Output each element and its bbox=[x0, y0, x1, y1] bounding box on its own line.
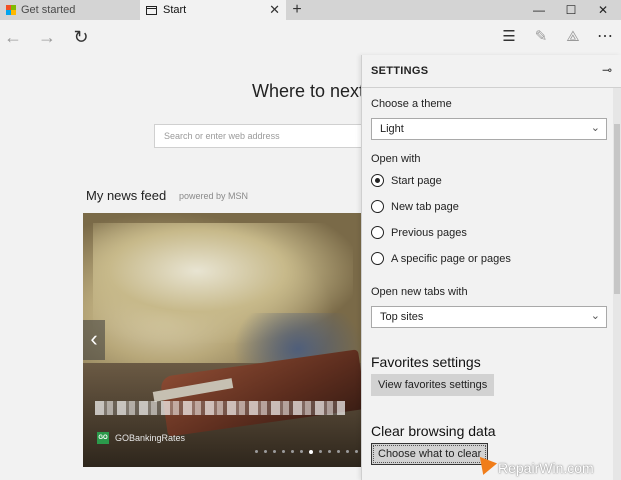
tab-label: Get started bbox=[21, 4, 76, 16]
radio-new-tab-page[interactable]: New tab page bbox=[371, 200, 459, 213]
theme-value: Light bbox=[380, 123, 404, 135]
carousel-dots bbox=[255, 450, 361, 454]
close-icon[interactable]: ✕ bbox=[269, 2, 280, 18]
settings-scrollbar[interactable] bbox=[613, 88, 621, 480]
radio-previous-pages[interactable]: Previous pages bbox=[371, 226, 467, 239]
gobankingrates-icon: GO bbox=[97, 432, 109, 444]
open-with-label: Open with bbox=[371, 153, 421, 165]
news-feed-title: My news feed bbox=[86, 188, 167, 203]
radio-unselected-icon bbox=[371, 200, 384, 213]
refresh-icon[interactable]: ↻ bbox=[70, 26, 92, 48]
plus-icon: + bbox=[292, 1, 302, 18]
maximize-button[interactable]: ☐ bbox=[556, 0, 586, 20]
news-hero-card[interactable]: ‹ GO GOBankingRates bbox=[83, 213, 361, 467]
search-input[interactable]: Search or enter web address bbox=[154, 124, 364, 148]
more-icon[interactable]: ⋯ bbox=[594, 26, 616, 48]
settings-title: SETTINGS bbox=[371, 65, 429, 77]
new-tabs-select[interactable]: Top sites ⌄ bbox=[371, 306, 607, 328]
clear-data-heading: Clear browsing data bbox=[371, 423, 496, 439]
theme-label: Choose a theme bbox=[371, 98, 452, 110]
hero-source-label: GOBankingRates bbox=[115, 433, 186, 443]
radio-specific-pages[interactable]: A specific page or pages bbox=[371, 252, 511, 265]
carousel-dot[interactable] bbox=[282, 450, 285, 453]
radio-start-page[interactable]: Start page bbox=[371, 174, 442, 187]
carousel-dot[interactable] bbox=[309, 450, 313, 454]
new-tab-button[interactable]: + bbox=[288, 0, 306, 20]
scrollbar-thumb[interactable] bbox=[614, 124, 620, 294]
carousel-dot[interactable] bbox=[355, 450, 358, 453]
carousel-dot[interactable] bbox=[346, 450, 349, 453]
carousel-dot[interactable] bbox=[319, 450, 322, 453]
choose-what-to-clear-button[interactable]: Choose what to clear bbox=[371, 443, 489, 465]
tab-label: Start bbox=[163, 4, 187, 16]
carousel-dot[interactable] bbox=[291, 450, 294, 453]
chevron-down-icon: ⌄ bbox=[590, 310, 600, 322]
web-note-icon[interactable]: ✎ bbox=[530, 26, 552, 48]
tab-start[interactable]: Start ✕ bbox=[140, 0, 286, 20]
radio-label: Previous pages bbox=[391, 226, 467, 239]
ms-logo-icon bbox=[6, 5, 16, 15]
carousel-dot[interactable] bbox=[273, 450, 276, 453]
tab-get-started[interactable]: Get started bbox=[0, 0, 140, 20]
back-icon[interactable]: ← bbox=[2, 26, 24, 48]
settings-panel: SETTINGS ⊸ Choose a theme Light ⌄ Open w… bbox=[361, 55, 621, 480]
share-icon[interactable]: ⟁ bbox=[562, 26, 584, 48]
radio-selected-icon bbox=[371, 174, 384, 187]
new-tabs-label: Open new tabs with bbox=[371, 286, 468, 298]
carousel-dot[interactable] bbox=[255, 450, 258, 453]
watermark: RepairWin.com bbox=[498, 460, 594, 476]
radio-unselected-icon bbox=[371, 252, 384, 265]
forward-icon[interactable]: → bbox=[36, 26, 58, 48]
carousel-dot[interactable] bbox=[337, 450, 340, 453]
new-tabs-value: Top sites bbox=[380, 311, 424, 323]
powered-by-msn: powered by MSN bbox=[179, 191, 249, 201]
radio-unselected-icon bbox=[371, 226, 384, 239]
hub-icon[interactable]: ☰ bbox=[498, 26, 520, 48]
page-icon bbox=[146, 5, 157, 15]
radio-label: New tab page bbox=[391, 200, 459, 213]
favorites-heading: Favorites settings bbox=[371, 354, 481, 370]
tab-strip: Get started Start ✕ + — ☐ ✕ bbox=[0, 0, 621, 20]
close-window-button[interactable]: ✕ bbox=[588, 0, 618, 20]
settings-header: SETTINGS ⊸ bbox=[362, 55, 621, 88]
carousel-dot[interactable] bbox=[300, 450, 303, 453]
start-heading: Where to next? bbox=[252, 81, 375, 101]
hero-source: GO GOBankingRates bbox=[97, 432, 185, 444]
chevron-left-icon[interactable]: ‹ bbox=[83, 320, 105, 360]
navigation-bar: ← → ↻ ☰ ✎ ⟁ ⋯ bbox=[0, 20, 621, 55]
view-favorites-settings-button[interactable]: View favorites settings bbox=[371, 374, 495, 396]
pin-icon[interactable]: ⊸ bbox=[602, 63, 612, 77]
radio-label: Start page bbox=[391, 174, 442, 187]
carousel-dot[interactable] bbox=[264, 450, 267, 453]
chevron-down-icon: ⌄ bbox=[590, 122, 600, 134]
theme-select[interactable]: Light ⌄ bbox=[371, 118, 607, 140]
minimize-button[interactable]: — bbox=[524, 0, 554, 20]
carousel-dot[interactable] bbox=[328, 450, 331, 453]
hero-headline-blurred bbox=[95, 401, 345, 415]
radio-label: A specific page or pages bbox=[391, 252, 511, 265]
